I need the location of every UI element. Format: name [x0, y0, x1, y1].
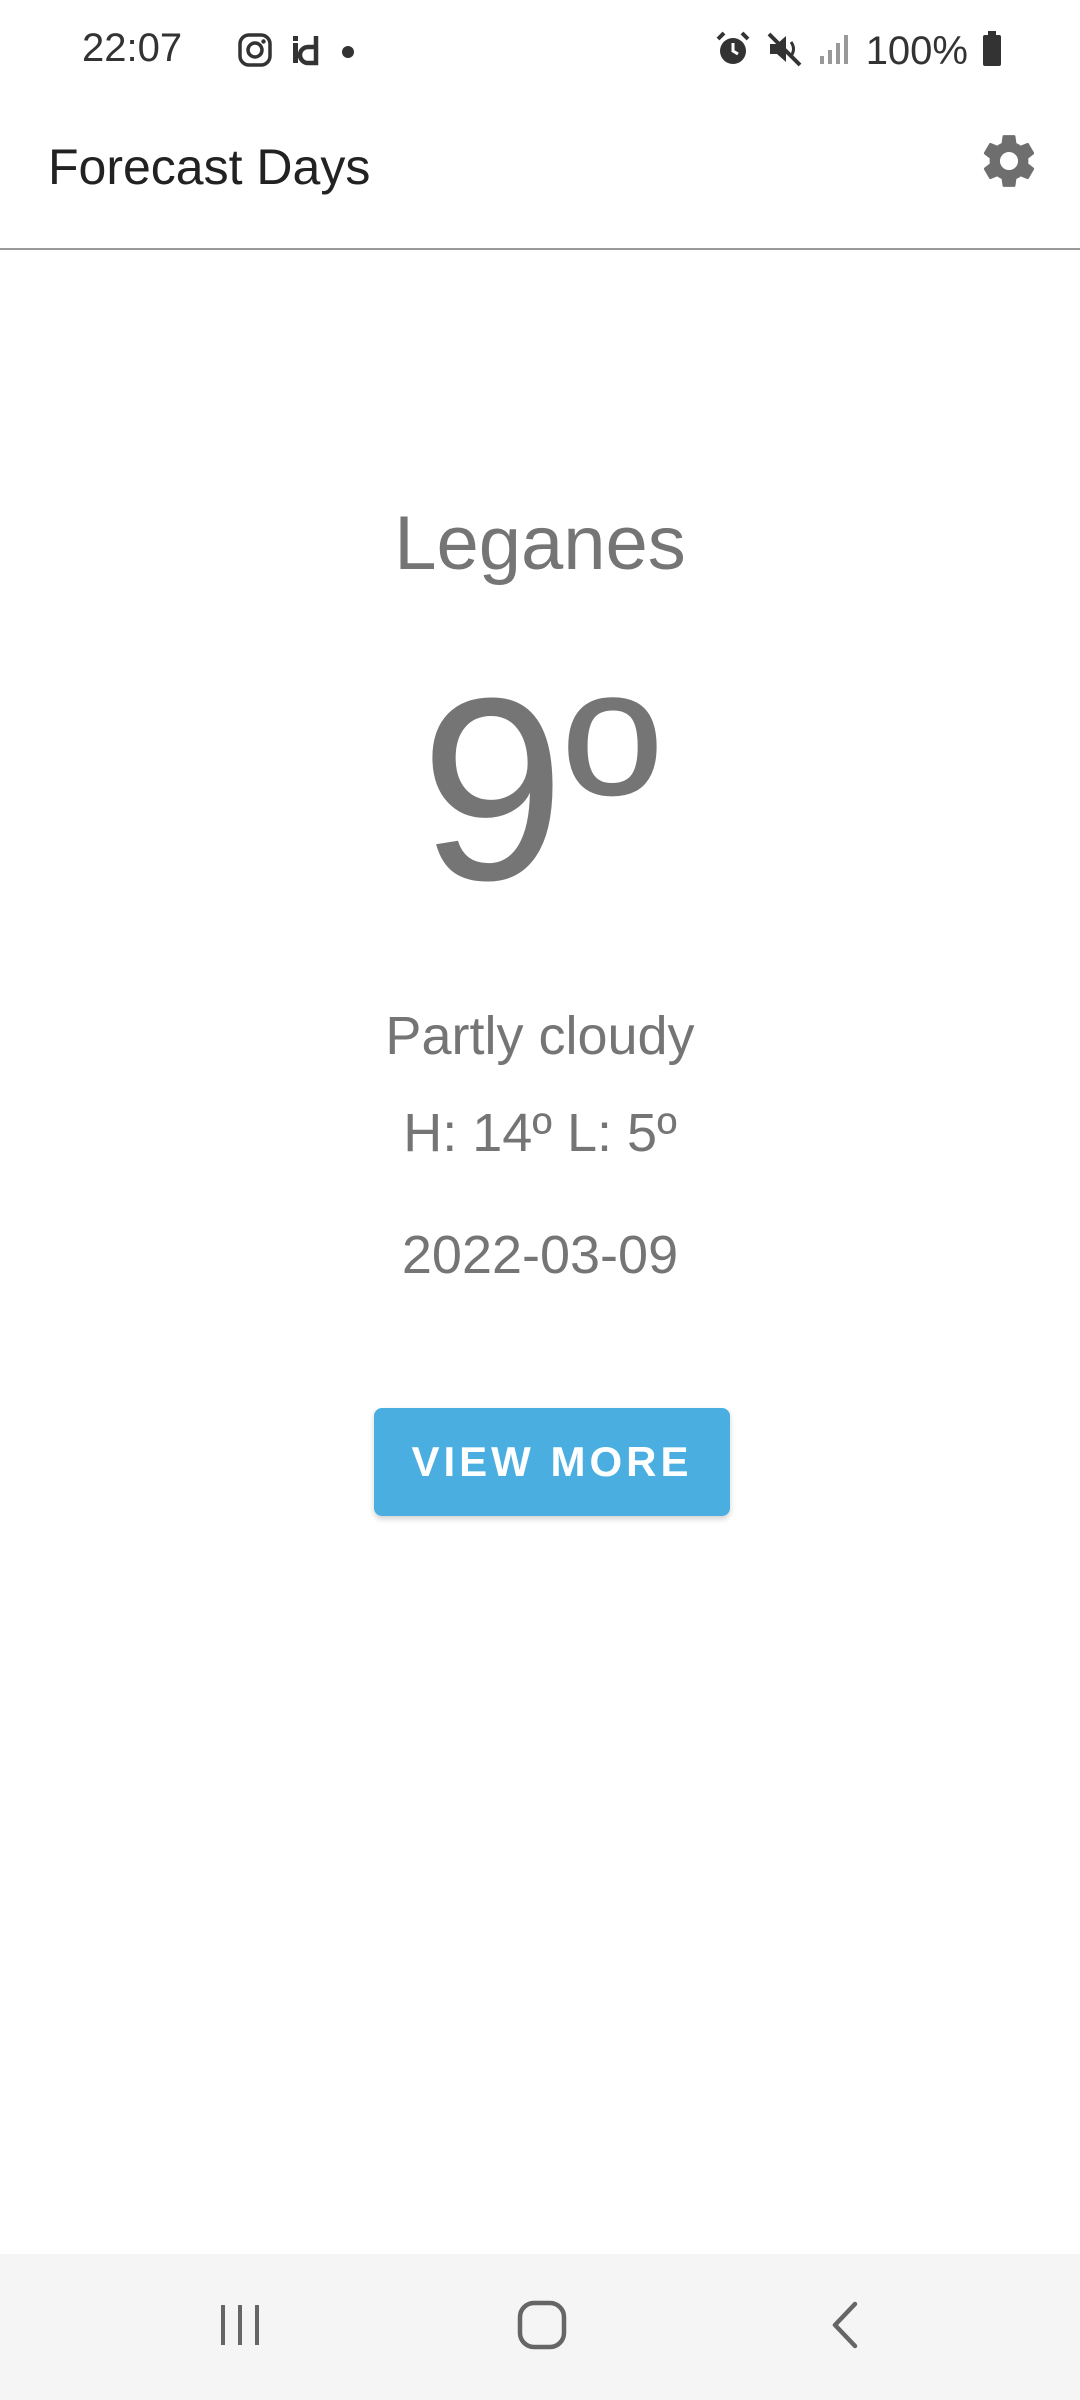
- app-bar: Forecast Days: [0, 100, 1080, 250]
- home-icon: [515, 2298, 569, 2357]
- back-icon: [821, 2300, 871, 2355]
- status-notification-icons: [238, 30, 354, 74]
- battery-icon: [982, 30, 1002, 72]
- gear-icon: [978, 130, 1040, 197]
- instagram-icon: [238, 32, 272, 72]
- settings-button[interactable]: [974, 128, 1044, 198]
- high-low-temperature: H: 14º L: 5º: [403, 1103, 677, 1163]
- current-temperature: 9º: [420, 645, 660, 935]
- mute-icon: [766, 30, 804, 73]
- forecast-date: 2022-03-09: [401, 1225, 679, 1285]
- battery-percent: 100%: [865, 28, 968, 73]
- id-icon: [290, 33, 324, 72]
- page-title: Forecast Days: [48, 139, 371, 195]
- back-button[interactable]: [806, 2290, 886, 2364]
- status-time: 22:07: [82, 26, 183, 70]
- city-name: Leganes: [394, 501, 686, 586]
- notification-dot-icon: [342, 46, 354, 58]
- alarm-icon: [714, 30, 752, 73]
- recent-apps-icon: [215, 2300, 265, 2355]
- status-system-icons: 100%: [714, 26, 1002, 76]
- screen: 22:07 100% Forecast Days Leganes 9º Part…: [0, 0, 1080, 2400]
- weather-content: Leganes 9º Partly cloudy H: 14º L: 5º 20…: [0, 250, 1080, 2250]
- weather-condition: Partly cloudy: [385, 1006, 695, 1066]
- system-nav-bar: [0, 2254, 1080, 2400]
- signal-icon: [818, 32, 852, 71]
- home-button[interactable]: [502, 2290, 582, 2364]
- recent-apps-button[interactable]: [200, 2290, 280, 2364]
- status-bar: 22:07 100%: [0, 0, 1080, 100]
- view-more-button[interactable]: VIEW MORE: [374, 1408, 730, 1516]
